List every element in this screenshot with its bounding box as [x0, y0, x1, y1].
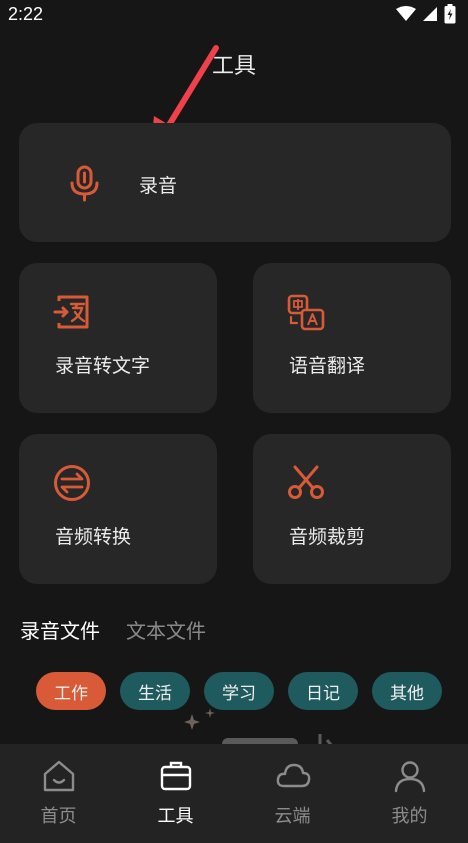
convert-icon — [54, 465, 90, 501]
speech-to-text-card[interactable]: 录音转文字 — [19, 263, 217, 413]
chip-other[interactable]: 其他 — [372, 672, 442, 710]
bottom-nav: 首页 工具 云端 我的 — [0, 744, 468, 843]
voice-translate-label: 语音翻译 — [289, 355, 366, 377]
record-label: 录音 — [139, 175, 178, 197]
scissors-icon — [288, 465, 324, 499]
cloud-icon — [276, 763, 310, 788]
nav-me-label: 我的 — [391, 806, 428, 827]
microphone-icon — [70, 165, 99, 202]
status-bar: 2:22 — [0, 0, 468, 32]
audio-trim-card[interactable]: 音频裁剪 — [253, 434, 451, 584]
nav-me[interactable]: 我的 — [351, 744, 468, 843]
wifi-icon — [396, 6, 416, 21]
transcribe-icon — [53, 295, 89, 329]
nav-cloud[interactable]: 云端 — [234, 744, 351, 843]
translate-icon — [287, 294, 325, 331]
record-card[interactable]: 录音 — [19, 123, 451, 242]
file-tabs: 录音文件 文本文件 — [20, 615, 206, 644]
audio-convert-card[interactable]: 音频转换 — [19, 434, 217, 584]
nav-cloud-label: 云端 — [274, 806, 311, 827]
speech-to-text-label: 录音转文字 — [55, 355, 151, 377]
nav-home-label: 首页 — [40, 806, 77, 827]
user-icon — [394, 761, 425, 793]
toolbox-icon — [160, 761, 191, 791]
chip-work[interactable]: 工作 — [36, 672, 106, 710]
tab-recording-files[interactable]: 录音文件 — [20, 615, 100, 644]
empty-state-illustration — [184, 708, 334, 748]
signal-icon — [423, 7, 437, 21]
page-title: 工具 — [211, 54, 256, 79]
voice-translate-card[interactable]: 语音翻译 — [253, 263, 451, 413]
home-icon — [43, 760, 74, 792]
nav-tools[interactable]: 工具 — [117, 744, 234, 843]
audio-trim-label: 音频裁剪 — [289, 526, 366, 548]
status-time: 2:22 — [8, 4, 44, 24]
battery-icon — [444, 4, 456, 24]
nav-tools-label: 工具 — [157, 806, 194, 827]
nav-home[interactable]: 首页 — [0, 744, 117, 843]
status-icons — [396, 4, 456, 24]
tab-text-files[interactable]: 文本文件 — [126, 615, 206, 644]
audio-convert-label: 音频转换 — [55, 526, 132, 548]
